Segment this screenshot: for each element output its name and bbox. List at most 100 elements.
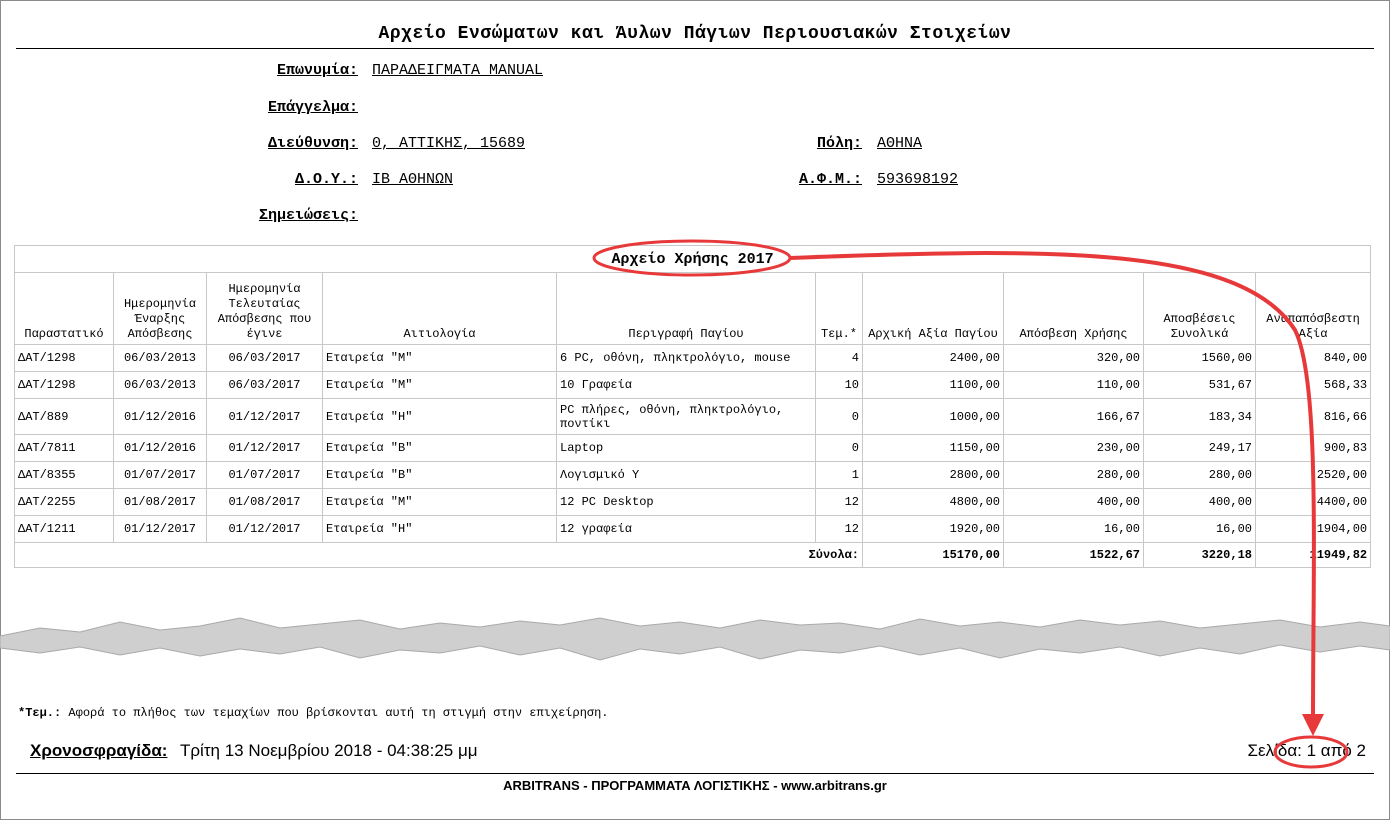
cell-reason: Εταιρεία "Η": [322, 398, 557, 435]
cell-last-date: 06/03/2017: [206, 344, 323, 372]
cell-description: 12 PC Desktop: [556, 488, 816, 516]
cell-start-date: 01/12/2017: [113, 515, 207, 543]
cell-initial-value: 1000,00: [862, 398, 1004, 435]
cell-remaining-value: 2520,00: [1254, 461, 1372, 489]
footnote-prefix: *Τεμ.:: [18, 706, 62, 720]
cell-start-date: 06/03/2013: [113, 344, 207, 372]
page-number: Σελίδα: 1 από 2: [1247, 741, 1366, 760]
cell-total-depreciation: 400,00: [1143, 488, 1256, 516]
col-header-description: Περιγραφή Παγίου: [556, 272, 816, 345]
cell-qty: 0: [815, 434, 863, 462]
cell-initial-value: 1150,00: [862, 434, 1004, 462]
totals-row: Σύνολα: 15170,00 1522,67 3220,18 11949,8…: [14, 542, 1372, 568]
cell-start-date: 06/03/2013: [113, 371, 207, 399]
cell-doc: ΔΑΤ/8355: [14, 461, 114, 489]
title-divider: [16, 48, 1374, 49]
cell-reason: Εταιρεία "Μ": [322, 371, 557, 399]
col-header-qty: Τεμ.*: [815, 272, 863, 345]
cell-remaining-value: 4400,00: [1254, 488, 1372, 516]
cell-year-depreciation: 166,67: [1003, 398, 1144, 435]
cell-year-depreciation: 320,00: [1003, 344, 1144, 372]
cell-last-date: 01/07/2017: [206, 461, 323, 489]
cell-description: 6 PC, οθόνη, πληκτρολόγιο, mouse: [556, 344, 816, 372]
cell-year-depreciation: 230,00: [1003, 434, 1144, 462]
company-name-label: Επωνυμία:: [276, 62, 358, 79]
cell-start-date: 01/12/2016: [113, 434, 207, 462]
vat-value: 593698192: [877, 171, 959, 188]
tax-office-value: ΙΒ ΑΘΗΝΩΝ: [372, 171, 454, 188]
timestamp-value: Τρίτη 13 Νοεμβρίου 2018 - 04:38:25 μμ: [180, 741, 478, 760]
table-body: ΔΑΤ/1298 06/03/2013 06/03/2017 Εταιρεία "Μ"…: [14, 344, 1372, 543]
report-title: Αρχείο Ενσώματων και Άυλων Πάγιων Περιου…: [378, 24, 1012, 44]
col-header-year-depreciation: Απόσβεση Χρήσης: [1003, 272, 1144, 345]
cell-last-date: 01/12/2017: [206, 434, 323, 462]
footer-divider: [16, 773, 1374, 774]
col-header-total-depreciation: Αποσβέσεις Συνολικά: [1143, 272, 1256, 345]
cell-year-depreciation: 400,00: [1003, 488, 1144, 516]
cell-start-date: 01/07/2017: [113, 461, 207, 489]
cell-description: PC πλήρες, οθόνη, πληκτρολόγιο, ποντίκι: [556, 398, 816, 435]
cell-doc: ΔΑΤ/1298: [14, 344, 114, 372]
cell-last-date: 01/12/2017: [206, 398, 323, 435]
cell-reason: Εταιρεία "Μ": [322, 344, 557, 372]
total-depreciation: 3220,18: [1143, 542, 1256, 568]
totals-label: Σύνολα:: [14, 542, 863, 568]
total-year-depreciation: 1522,67: [1003, 542, 1144, 568]
footer-text: ARBITRANS - ΠΡΟΓΡΑΜΜΑΤΑ ΛΟΓΙΣΤΙΚΗΣ - www…: [503, 778, 887, 793]
footnote-text: Αφορά το πλήθος των τεμαχίων που βρίσκον…: [61, 706, 609, 720]
cell-initial-value: 2800,00: [862, 461, 1004, 489]
cell-doc: ΔΑΤ/1298: [14, 371, 114, 399]
cell-qty: 12: [815, 488, 863, 516]
table-row: ΔΑΤ/8355 01/07/2017 01/07/2017 Εταιρεία "Β"…: [14, 461, 1372, 489]
cell-last-date: 01/08/2017: [206, 488, 323, 516]
cell-remaining-value: 1904,00: [1254, 515, 1372, 543]
cell-total-depreciation: 531,67: [1143, 371, 1256, 399]
table-row: ΔΑΤ/889 01/12/2016 01/12/2017 Εταιρεία "Η" P…: [14, 398, 1372, 435]
cell-qty: 10: [815, 371, 863, 399]
cell-description: Laptop: [556, 434, 816, 462]
cell-year-depreciation: 280,00: [1003, 461, 1144, 489]
cell-qty: 4: [815, 344, 863, 372]
cell-initial-value: 1920,00: [862, 515, 1004, 543]
cell-initial-value: 4800,00: [862, 488, 1004, 516]
cell-total-depreciation: 280,00: [1143, 461, 1256, 489]
notes-label: Σημειώσεις:: [258, 207, 358, 224]
cell-total-depreciation: 16,00: [1143, 515, 1256, 543]
address-label: Διεύθυνση:: [267, 135, 358, 152]
year-title: Αρχείο Χρήσης 2017: [13, 245, 1372, 273]
col-header-remaining-value: Αναπαπόσβεστη Αξία: [1254, 272, 1372, 345]
cell-remaining-value: 816,66: [1254, 398, 1372, 435]
cell-start-date: 01/08/2017: [113, 488, 207, 516]
table-row: ΔΑΤ/1211 01/12/2017 01/12/2017 Εταιρεία "Η"…: [14, 515, 1372, 543]
cell-total-depreciation: 183,34: [1143, 398, 1256, 435]
col-header-doc: Παραστατικό: [14, 272, 114, 345]
cell-year-depreciation: 110,00: [1003, 371, 1144, 399]
cell-reason: Εταιρεία "Β": [322, 434, 557, 462]
company-name-value: ΠΑΡΑΔΕΙΓΜΑΤΑ MANUAL: [372, 62, 544, 79]
cell-start-date: 01/12/2016: [113, 398, 207, 435]
profession-label: Επάγγελμα:: [267, 99, 358, 116]
cell-total-depreciation: 249,17: [1143, 434, 1256, 462]
table-row: ΔΑΤ/1298 06/03/2013 06/03/2017 Εταιρεία "Μ"…: [14, 344, 1372, 372]
table-row: ΔΑΤ/1298 06/03/2013 06/03/2017 Εταιρεία "Μ"…: [14, 371, 1372, 399]
cell-qty: 1: [815, 461, 863, 489]
cell-remaining-value: 568,33: [1254, 371, 1372, 399]
tax-office-label: Δ.Ο.Υ.:: [294, 171, 358, 188]
cell-description: 10 Γραφεία: [556, 371, 816, 399]
cell-last-date: 06/03/2017: [206, 371, 323, 399]
city-label: Πόλη:: [816, 135, 862, 152]
cell-initial-value: 2400,00: [862, 344, 1004, 372]
cell-initial-value: 1100,00: [862, 371, 1004, 399]
cell-doc: ΔΑΤ/7811: [14, 434, 114, 462]
assets-table: Αρχείο Χρήσης 2017 Παραστατικό Ημερομηνί…: [13, 245, 1372, 568]
col-header-last-date: Ημερομηνία Τελευταίας Απόσβεσης που έγιν…: [206, 272, 323, 345]
table-row: ΔΑΤ/7811 01/12/2016 01/12/2017 Εταιρεία "Β"…: [14, 434, 1372, 462]
col-header-start-date: Ημερομηνία Έναρξης Απόσβεσης: [113, 272, 207, 345]
cell-doc: ΔΑΤ/1211: [14, 515, 114, 543]
col-header-initial-value: Αρχική Αξία Παγίου: [862, 272, 1004, 345]
torn-page-edge: [0, 617, 1390, 661]
cell-remaining-value: 840,00: [1254, 344, 1372, 372]
timestamp-label: Χρονοσφραγίδα:: [30, 741, 168, 760]
total-initial-value: 15170,00: [862, 542, 1004, 568]
cell-reason: Εταιρεία "Η": [322, 515, 557, 543]
